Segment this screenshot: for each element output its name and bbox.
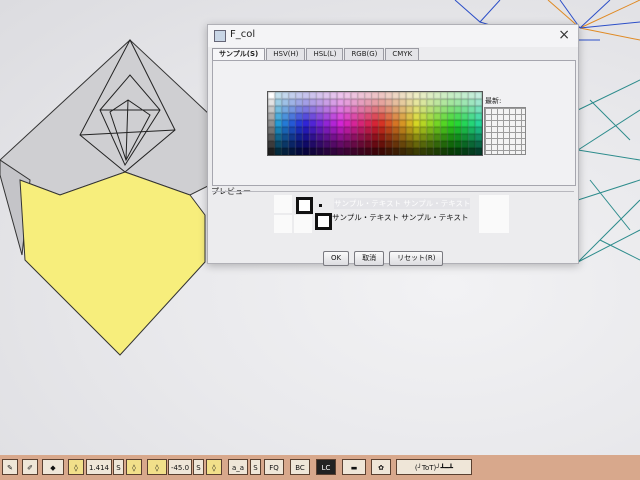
s-button[interactable]: S [250,459,261,475]
preview-swatch-c [294,215,312,233]
zoom-in-icon[interactable]: ◊ [126,459,142,475]
preview-square-top [296,197,313,214]
rotate-arrows-icon[interactable]: ◆ [42,459,64,475]
preview-dot [319,204,322,207]
tab-swatches[interactable]: サンプル(S) [212,48,266,60]
bottom-toolbar: ✎ ✐ ◆ ◊ 1.414 S ◊ ◊ -45.0 S ◊ a_a S FQ B… [0,455,640,480]
recent-colors-label: 最新: [485,97,502,105]
undo-all-button[interactable]: (╯ToT)╯┻━┻ [396,459,472,475]
color-swatch-grid[interactable] [267,91,483,156]
preview-square-bottom [315,213,332,230]
preview-swatch-b [274,215,292,233]
paper-tool-icon[interactable]: ✿ [371,459,391,475]
angle-value[interactable]: -45.0 [168,459,192,475]
preview-sample-text-foreground: サンプル・テキスト サンプル・テキスト [334,198,471,209]
color-chooser-dialog: F_col × サンプル(S) HSV(H) HSL(L) RGB(G) CMYK 最新… [207,24,579,266]
folded-model-top-face [0,39,231,196]
fold-tool-icon[interactable]: ✎ [2,459,18,475]
preview-area: サンプル・テキスト サンプル・テキスト サンプル・テキスト サンプル・テキスト [274,195,510,235]
angle-set-button[interactable]: S [193,459,204,475]
bc-button[interactable]: BC [290,459,310,475]
shadow-tool-icon[interactable]: ▬ [342,459,366,475]
close-button[interactable]: × [558,27,570,43]
folded-model-yellow-face [19,171,206,356]
tab-rgb[interactable]: RGB(G) [344,48,385,60]
tab-cmyk[interactable]: CMYK [385,48,420,60]
zoom-diamond-icon[interactable]: ◊ [68,459,84,475]
java-app-icon [214,30,226,42]
preview-sample-text-background: サンプル・テキスト サンプル・テキスト [332,213,469,222]
tab-hsv[interactable]: HSV(H) [266,48,306,60]
rotate-icon[interactable]: ◊ [147,459,167,475]
antialias-button[interactable]: a_a [228,459,248,475]
preview-swatch-right [479,195,509,233]
lc-button[interactable]: LC [316,459,336,475]
cancel-button[interactable]: 取消 [354,251,385,266]
swatches-panel: 最新: [212,60,576,186]
rotate-cw-icon[interactable]: ◊ [206,459,222,475]
recent-colors-grid[interactable] [484,107,526,155]
dialog-title: F_col [230,29,256,40]
ok-button[interactable]: OK [323,251,350,266]
reset-button[interactable]: リセット(R) [389,251,444,266]
pen-tool-icon[interactable]: ✐ [22,459,38,475]
preview-swatch-a [274,195,292,213]
dialog-buttons: OK 取消 リセット(R) [323,245,448,266]
tab-strip: サンプル(S) HSV(H) HSL(L) RGB(G) CMYK [212,48,420,60]
zoom-set-button[interactable]: S [113,459,124,475]
tab-hsl[interactable]: HSL(L) [306,48,344,60]
preview-divider [212,191,574,192]
fq-button[interactable]: FQ [264,459,284,475]
title-bar[interactable]: F_col × [208,25,578,47]
zoom-value[interactable]: 1.414 [86,459,112,475]
